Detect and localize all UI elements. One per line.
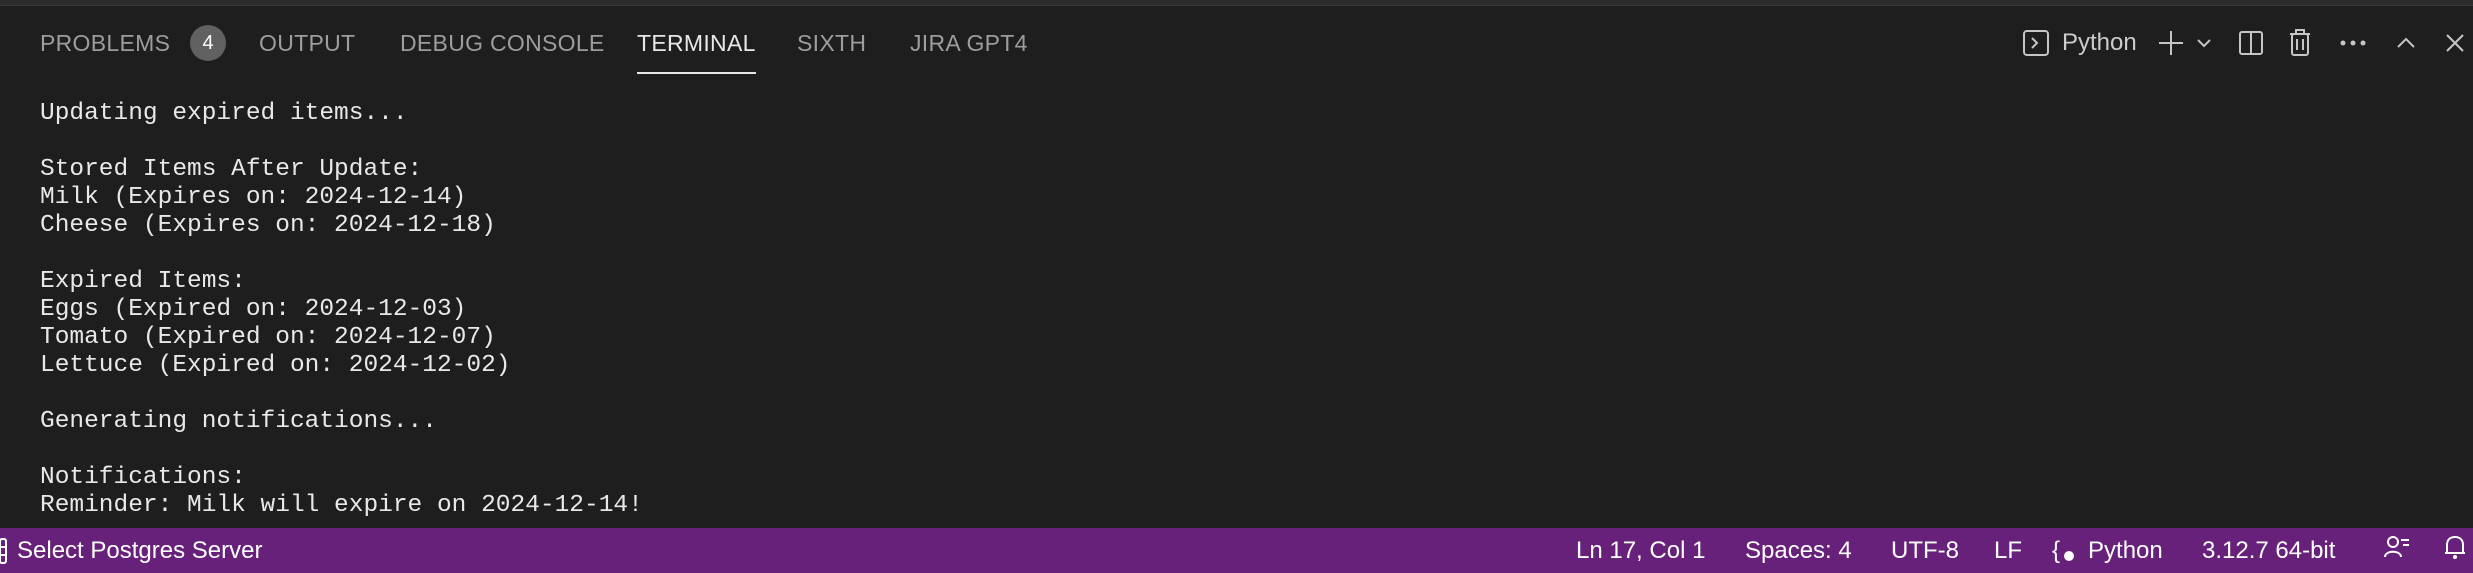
launch-profile-dropdown[interactable]: [2192, 6, 2216, 80]
split-icon: [2238, 30, 2264, 56]
new-terminal-button[interactable]: [2154, 6, 2188, 80]
tab-problems-label: PROBLEMS: [40, 29, 171, 56]
database-icon: [0, 528, 8, 573]
ellipsis-icon: [2339, 39, 2367, 47]
bell-icon: [2442, 534, 2468, 567]
terminal-line: Expired Items:: [40, 268, 246, 295]
terminal-line: Cheese (Expires on: 2024-12-18): [40, 212, 496, 239]
tab-terminal-label: TERMINAL: [637, 29, 756, 56]
status-bar: Select Postgres Server Ln 17, Col 1 Spac…: [0, 528, 2473, 573]
maximize-panel-button[interactable]: [2392, 6, 2420, 80]
feedback-icon: [2384, 534, 2410, 567]
terminal-profile-label: Python: [2062, 29, 2137, 56]
chevron-up-icon: [2394, 31, 2418, 55]
terminal-line: Reminder: Milk will expire on 2024-12-14…: [40, 492, 643, 519]
trash-icon: [2288, 29, 2312, 57]
indentation-item[interactable]: Spaces: 4: [1745, 528, 1852, 573]
language-mode-label: Python: [2088, 536, 2163, 564]
language-status-icon: [2064, 550, 2075, 561]
close-icon: [2444, 32, 2466, 54]
tab-output-label: OUTPUT: [259, 29, 356, 56]
terminal-icon: [2022, 29, 2050, 57]
terminal-line: Stored Items After Update:: [40, 156, 423, 183]
terminal-output[interactable]: Updating expired items... Stored Items A…: [40, 100, 2440, 525]
notifications-item[interactable]: [2442, 528, 2468, 573]
tab-debug-console[interactable]: DEBUG CONSOLE: [400, 6, 605, 80]
interpreter-label: 3.12.7 64-bit: [2202, 536, 2336, 564]
tab-sixth[interactable]: SIXTH: [797, 6, 866, 80]
terminal-line: Eggs (Expired on: 2024-12-03): [40, 296, 467, 323]
terminal-line: Tomato (Expired on: 2024-12-07): [40, 324, 496, 351]
tab-sixth-label: SIXTH: [797, 29, 867, 56]
more-actions-button[interactable]: [2338, 6, 2368, 80]
cursor-position-label: Ln 17, Col 1: [1576, 536, 1706, 564]
terminal-line: Updating expired items...: [40, 100, 408, 127]
tab-jira-gpt4[interactable]: JIRA GPT4: [910, 6, 1028, 80]
indentation-label: Spaces: 4: [1745, 536, 1852, 564]
postgres-server-item[interactable]: Select Postgres Server: [0, 528, 262, 573]
braces-icon: {: [2052, 536, 2061, 564]
close-panel-button[interactable]: [2442, 6, 2468, 80]
postgres-server-label: Select Postgres Server: [17, 536, 263, 564]
line-ending-label: LF: [1994, 536, 2023, 564]
language-mode-item[interactable]: { Python: [2052, 528, 2163, 573]
terminal-profile-button[interactable]: Python: [2022, 6, 2137, 80]
tab-debug-console-label: DEBUG CONSOLE: [400, 29, 605, 56]
terminal-line: Milk (Expires on: 2024-12-14): [40, 184, 467, 211]
interpreter-item[interactable]: 3.12.7 64-bit: [2202, 528, 2335, 573]
kill-terminal-button[interactable]: [2286, 6, 2314, 80]
plus-icon: [2157, 29, 2185, 57]
split-terminal-button[interactable]: [2236, 6, 2266, 80]
cursor-position-item[interactable]: Ln 17, Col 1: [1576, 528, 1705, 573]
tab-output[interactable]: OUTPUT: [259, 6, 355, 80]
terminal-line: Lettuce (Expired on: 2024-12-02): [40, 352, 511, 379]
line-ending-item[interactable]: LF: [1994, 528, 2022, 573]
encoding-item[interactable]: UTF-8: [1891, 528, 1959, 573]
terminal-line: Generating notifications...: [40, 408, 437, 435]
tab-problems[interactable]: PROBLEMS 4: [40, 6, 227, 80]
problems-count-badge: 4: [190, 25, 227, 61]
encoding-label: UTF-8: [1891, 536, 1959, 564]
feedback-item[interactable]: [2384, 528, 2410, 573]
terminal-panel: PROBLEMS 4 OUTPUT DEBUG CONSOLE TERMINAL…: [0, 0, 2473, 573]
terminal-line: Notifications:: [40, 464, 246, 491]
tab-jira-gpt4-label: JIRA GPT4: [910, 29, 1028, 56]
chevron-down-icon: [2195, 34, 2213, 52]
tab-terminal[interactable]: TERMINAL: [637, 6, 756, 80]
